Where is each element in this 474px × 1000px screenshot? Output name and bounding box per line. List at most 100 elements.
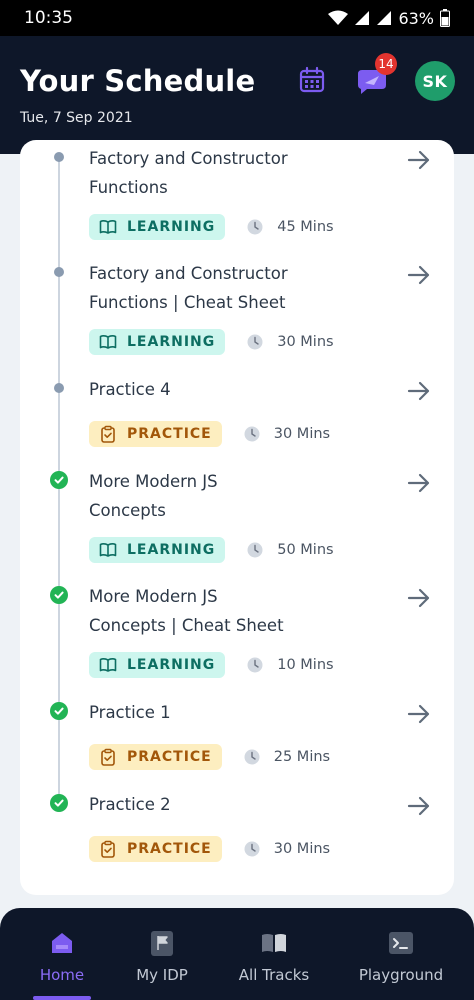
completed-check-icon (50, 702, 68, 720)
app-header: Your Schedule Tue, 7 Sep 2021 14 SK (0, 36, 474, 154)
arrow-right-icon[interactable] (406, 793, 432, 819)
item-title: More Modern JS Concepts (89, 467, 329, 525)
status-bar: 10:35 63% (0, 0, 474, 36)
tag-label: PRACTICE (127, 841, 212, 857)
clock-icon (247, 542, 263, 558)
arrow-right-icon[interactable] (406, 701, 432, 727)
tag-label: LEARNING (127, 334, 216, 350)
nav-label: My IDP (136, 966, 188, 984)
nav-my-idp[interactable]: My IDP (124, 908, 200, 1000)
item-title-line: Concepts (89, 501, 166, 520)
status-time: 10:35 (24, 8, 73, 28)
flag-doc-icon (151, 931, 173, 956)
avatar[interactable]: SK (415, 61, 455, 101)
nav-all-tracks[interactable]: All Tracks (226, 908, 322, 1000)
item-meta: LEARNING 45 Mins (89, 214, 334, 240)
item-title-line: Functions (89, 178, 168, 197)
clock-icon (247, 334, 263, 350)
clock-icon (244, 426, 260, 442)
clipboard-check-icon (101, 425, 115, 443)
nav-label: All Tracks (238, 966, 310, 984)
item-title-line: Factory and Constructor (89, 264, 288, 283)
nav-label: Playground (358, 966, 444, 984)
item-title: More Modern JS Concepts | Cheat Sheet (89, 582, 329, 640)
item-title-line: Practice 2 (89, 795, 171, 814)
item-title-line: Factory and Constructor (89, 149, 288, 168)
wifi-icon (328, 10, 349, 25)
tag-label: LEARNING (127, 542, 216, 558)
item-title-line: More Modern JS (89, 472, 218, 491)
item-meta: LEARNING 10 Mins (89, 652, 334, 678)
arrow-right-icon[interactable] (406, 147, 432, 173)
learning-tag: LEARNING (89, 214, 226, 240)
item-title: Practice 4 (89, 375, 329, 404)
tag-label: LEARNING (127, 219, 216, 235)
item-duration: 30 Mins (277, 334, 334, 350)
item-title-line: Functions | Cheat Sheet (89, 293, 286, 312)
item-duration: 10 Mins (277, 657, 334, 673)
learning-tag: LEARNING (89, 652, 226, 678)
arrow-right-icon[interactable] (406, 585, 432, 611)
battery-percent: 63% (398, 8, 434, 28)
item-duration: 30 Mins (273, 841, 331, 857)
clock-icon (247, 657, 263, 673)
tag-label: PRACTICE (127, 749, 212, 765)
book-icon (99, 543, 117, 557)
tag-label: PRACTICE (127, 426, 212, 442)
item-duration: 50 Mins (277, 542, 334, 558)
schedule-card: Factory and Constructor Functions LEARNI… (20, 140, 454, 895)
open-book-icon (262, 934, 286, 952)
nav-label: Home (39, 966, 85, 984)
calendar-icon[interactable] (298, 66, 326, 94)
status-icons: 63% (328, 9, 450, 28)
bottom-nav: Home My IDP All Tracks Playground (0, 908, 474, 1000)
item-duration: 45 Mins (277, 219, 334, 235)
pending-dot (54, 152, 64, 162)
book-icon (99, 220, 117, 234)
item-meta: LEARNING 50 Mins (89, 537, 334, 563)
item-title-line: More Modern JS (89, 587, 218, 606)
item-title-line: Practice 1 (89, 703, 171, 722)
completed-check-icon (50, 794, 68, 812)
nav-home[interactable]: Home (30, 908, 94, 1000)
completed-check-icon (50, 471, 68, 489)
signal-icon (355, 11, 370, 25)
pending-dot (54, 383, 64, 393)
item-title: Factory and Constructor Functions | Chea… (89, 259, 329, 317)
battery-icon (440, 9, 450, 27)
item-meta: PRACTICE 30 Mins (89, 421, 330, 447)
practice-tag: PRACTICE (89, 744, 222, 770)
arrow-right-icon[interactable] (406, 262, 432, 288)
practice-tag: PRACTICE (89, 836, 222, 862)
nav-active-indicator (33, 996, 91, 1000)
arrow-right-icon[interactable] (406, 378, 432, 404)
nav-playground[interactable]: Playground (350, 908, 452, 1000)
pending-dot (54, 267, 64, 277)
clock-icon (244, 749, 260, 765)
arrow-right-icon[interactable] (406, 470, 432, 496)
book-icon (99, 335, 117, 349)
learning-tag: LEARNING (89, 329, 226, 355)
home-icon (52, 933, 72, 953)
item-title: Practice 1 (89, 698, 329, 727)
item-title: Factory and Constructor Functions (89, 144, 329, 202)
book-icon (99, 658, 117, 672)
schedule-date: Tue, 7 Sep 2021 (20, 110, 133, 126)
item-meta: PRACTICE 30 Mins (89, 836, 330, 862)
item-meta: LEARNING 30 Mins (89, 329, 334, 355)
item-title-line: Practice 4 (89, 380, 171, 399)
completed-check-icon (50, 586, 68, 604)
item-duration: 25 Mins (273, 749, 331, 765)
notification-badge: 14 (375, 53, 397, 75)
learning-tag: LEARNING (89, 537, 226, 563)
clipboard-check-icon (101, 840, 115, 858)
page-title: Your Schedule (20, 64, 256, 98)
clock-icon (247, 219, 263, 235)
item-duration: 30 Mins (273, 426, 331, 442)
terminal-icon (389, 932, 413, 954)
clipboard-check-icon (101, 748, 115, 766)
item-title: Practice 2 (89, 790, 329, 819)
clock-icon (244, 841, 260, 857)
practice-tag: PRACTICE (89, 421, 222, 447)
signal-icon-2 (377, 11, 392, 25)
